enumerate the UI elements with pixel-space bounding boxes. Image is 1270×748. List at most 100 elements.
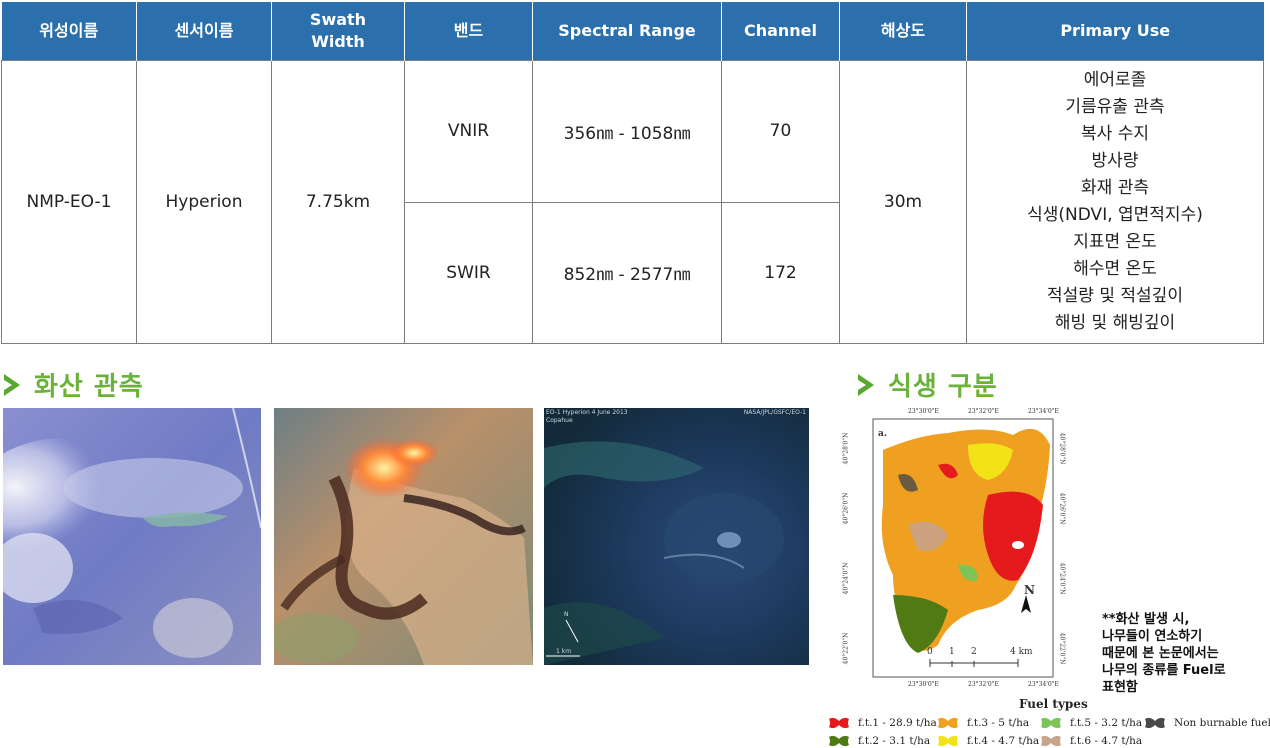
header-resolution: 해상도	[839, 2, 967, 61]
volcano-section-title: 화산 관측	[34, 372, 144, 402]
header-primary-use: Primary Use	[966, 2, 1264, 61]
legend-label: f.t.1 - 28.9 t/ha	[858, 717, 937, 729]
header-swath-width: Swath Width	[271, 2, 405, 61]
map-tick: 23°30'0"E	[908, 408, 939, 415]
map-scale-label: 4 km	[1010, 647, 1033, 657]
legend-item: Non burnable fuels	[1144, 716, 1270, 730]
map-tick: 23°32'0"E	[968, 408, 999, 415]
legend-label: f.t.4 - 4.7 t/ha	[967, 735, 1040, 747]
map-tick: 23°34'0"E	[1028, 681, 1059, 688]
legend-swatch-icon	[829, 717, 849, 729]
legend-swatch-icon	[1041, 717, 1061, 729]
table-row: NMP-EO-1 Hyperion 7.75km VNIR 356㎚ - 105…	[1, 60, 1264, 344]
satellite-image	[544, 408, 809, 665]
legend-swatch-icon	[938, 735, 958, 747]
use-item: 해빙 및 해빙깊이	[1054, 313, 1176, 333]
map-tick: 23°30'0"E	[908, 681, 939, 688]
map-scale-label: 1	[949, 647, 955, 657]
fuel-type-map: a. 23°30'0"E 23°32'0"E 23°34'0"E 23°30'0…	[838, 405, 1078, 703]
map-tick: 23°32'0"E	[968, 681, 999, 688]
header-swath-text: Swath Width	[309, 10, 367, 51]
fuel-map-graphic	[872, 418, 1054, 678]
sensor-spec-table: 위성이름 센서이름 Swath Width 밴드 Spectral Range …	[1, 2, 1264, 344]
satellite-image	[3, 408, 261, 665]
use-item: 기름유출 관측	[1065, 97, 1165, 117]
crater-caption: EO-1 Hyperion 4 June 2013	[546, 409, 628, 416]
legend-swatch-icon	[938, 717, 958, 729]
use-item: 화재 관측	[1081, 178, 1149, 198]
header-sensor-name: 센서이름	[136, 2, 272, 61]
satellite-image	[274, 408, 533, 665]
volcano-photo-smoke	[3, 408, 261, 665]
map-tick: 40°26'0"N	[842, 492, 850, 525]
legend-title: Fuel types	[1019, 697, 1088, 711]
note-line: 때문에 본 논문에서는	[1102, 646, 1219, 661]
note-line: 나무들이 연소하기	[1102, 629, 1203, 644]
vegetation-section-title: 식생 구분	[888, 372, 998, 402]
cell-resolution: 30m	[839, 60, 967, 344]
cell-range-swir: 852㎚ - 2577㎚	[532, 201, 722, 344]
vegetation-section-header: 식생 구분	[856, 366, 998, 403]
volcano-photo-crater: EO-1 Hyperion 4 June 2013 Copahue NASA/J…	[544, 408, 809, 665]
use-item: 에어로졸	[1083, 70, 1147, 90]
cell-band-swir: SWIR	[404, 201, 533, 344]
crater-caption-place: Copahue	[546, 417, 573, 424]
map-north-label: N	[1024, 583, 1035, 597]
legend-swatch-icon	[1041, 735, 1061, 747]
legend-label: f.t.5 - 3.2 t/ha	[1070, 717, 1143, 729]
map-tick: 40°24'0"N	[1058, 562, 1066, 595]
cell-primary-uses: 에어로졸 기름유출 관측 복사 수지 방사량 화재 관측 식생(NDVI, 엽면…	[966, 60, 1264, 344]
map-tick: 40°22'0"N	[1058, 632, 1066, 665]
legend-swatch-icon	[829, 735, 849, 747]
header-spectral-range: Spectral Range	[532, 2, 722, 61]
chevron-right-icon	[4, 373, 20, 396]
map-tick: 40°24'0"N	[842, 562, 850, 595]
legend-item: f.t.1 - 28.9 t/ha	[828, 716, 937, 730]
legend-item: f.t.4 - 4.7 t/ha	[937, 734, 1039, 748]
header-channel: Channel	[721, 2, 840, 61]
crater-scale-label: 1 km	[556, 648, 572, 655]
map-tick: 40°28'0"N	[842, 432, 850, 465]
map-tick: 40°28'0"N	[1058, 432, 1066, 465]
cell-swath: 7.75km	[271, 60, 405, 344]
cell-channel-vnir: 70	[721, 60, 840, 203]
cell-satellite: NMP-EO-1	[1, 60, 137, 344]
note-line: 표현함	[1102, 680, 1138, 695]
legend-item: f.t.2 - 3.1 t/ha	[828, 734, 930, 748]
use-item: 해수면 온도	[1073, 259, 1157, 279]
map-scale-label: 0	[927, 647, 933, 657]
cell-range-vnir: 356㎚ - 1058㎚	[532, 60, 722, 203]
note-line: 나무의 종류를 Fuel로	[1102, 663, 1226, 678]
legend-label: f.t.2 - 3.1 t/ha	[858, 735, 931, 747]
map-panel-label: a.	[878, 429, 887, 439]
legend-item: f.t.5 - 3.2 t/ha	[1040, 716, 1142, 730]
legend-label: f.t.3 - 5 t/ha	[967, 717, 1030, 729]
use-item: 적설량 및 적설깊이	[1047, 286, 1183, 306]
cell-channel-swir: 172	[721, 201, 840, 344]
header-satellite-name: 위성이름	[1, 2, 137, 61]
chevron-right-icon	[858, 373, 874, 396]
crater-credit: NASA/JPL/GSFC/EO-1	[743, 409, 806, 416]
legend-swatch-icon	[1145, 717, 1165, 729]
map-scale-label: 2	[971, 647, 977, 657]
crater-north-label: N	[564, 611, 569, 618]
use-item: 지표면 온도	[1073, 232, 1157, 252]
use-item: 방사량	[1091, 151, 1139, 171]
table-header-row: 위성이름 센서이름 Swath Width 밴드 Spectral Range …	[1, 2, 1264, 61]
use-item: 복사 수지	[1081, 124, 1149, 144]
volcano-section-header: 화산 관측	[2, 366, 144, 403]
note-line: **화산 발생 시,	[1102, 612, 1190, 627]
legend-item: f.t.6 - 4.7 t/ha	[1040, 734, 1142, 748]
legend-label: f.t.6 - 4.7 t/ha	[1070, 735, 1143, 747]
map-tick: 40°26'0"N	[1058, 492, 1066, 525]
fuel-note: **화산 발생 시, 나무들이 연소하기 때문에 본 논문에서는 나무의 종류를…	[1102, 611, 1226, 696]
legend-label: Non burnable fuels	[1174, 717, 1270, 729]
cell-sensor: Hyperion	[136, 60, 272, 344]
cell-band-vnir: VNIR	[404, 60, 533, 203]
use-item: 식생(NDVI, 엽면적지수)	[1027, 205, 1203, 225]
map-tick: 40°22'0"N	[842, 632, 850, 665]
map-tick: 23°34'0"E	[1028, 408, 1059, 415]
volcano-photo-fire	[274, 408, 533, 665]
legend-item: f.t.3 - 5 t/ha	[937, 716, 1029, 730]
header-band: 밴드	[404, 2, 533, 61]
